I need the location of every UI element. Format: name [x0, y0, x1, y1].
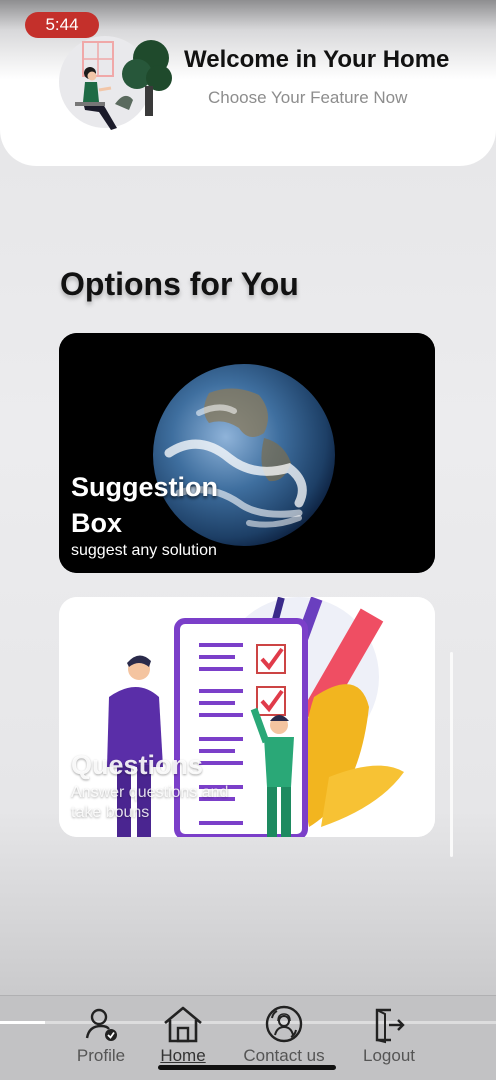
video-progress-fill — [0, 1021, 45, 1024]
scroll-indicator[interactable] — [450, 652, 453, 857]
suggestion-box-title: Suggestion Box — [71, 472, 218, 538]
questions-title: Questions — [71, 750, 204, 780]
suggestion-box-card[interactable]: Suggestion Box suggest any solution — [59, 333, 435, 573]
header-subtitle: Choose Your Feature Now — [208, 88, 408, 107]
logout-icon — [375, 1008, 405, 1044]
nav-logout[interactable]: Logout — [334, 1004, 444, 1070]
nav-home-label: Home — [160, 1046, 206, 1065]
home-icon — [164, 1006, 202, 1043]
status-bar-time: 5:44 — [25, 12, 99, 38]
home-indicator — [158, 1065, 336, 1070]
header-title: Welcome in Your Home — [184, 46, 450, 73]
person-sitting-illustration — [59, 36, 172, 130]
suggestion-box-description: suggest any solution — [71, 542, 217, 559]
support-agent-icon — [265, 1005, 303, 1043]
nav-contact-us-label: Contact us — [243, 1046, 325, 1065]
user-check-icon — [85, 1008, 117, 1041]
questions-card[interactable]: Questions Answer questions and take boun… — [59, 597, 435, 837]
nav-home[interactable]: Home — [128, 1004, 238, 1070]
section-title: Options for You — [60, 266, 299, 302]
questions-description: Answer questions and take bouns — [71, 784, 229, 821]
nav-logout-label: Logout — [363, 1046, 415, 1065]
nav-contact-us[interactable]: Contact us — [229, 1004, 339, 1070]
